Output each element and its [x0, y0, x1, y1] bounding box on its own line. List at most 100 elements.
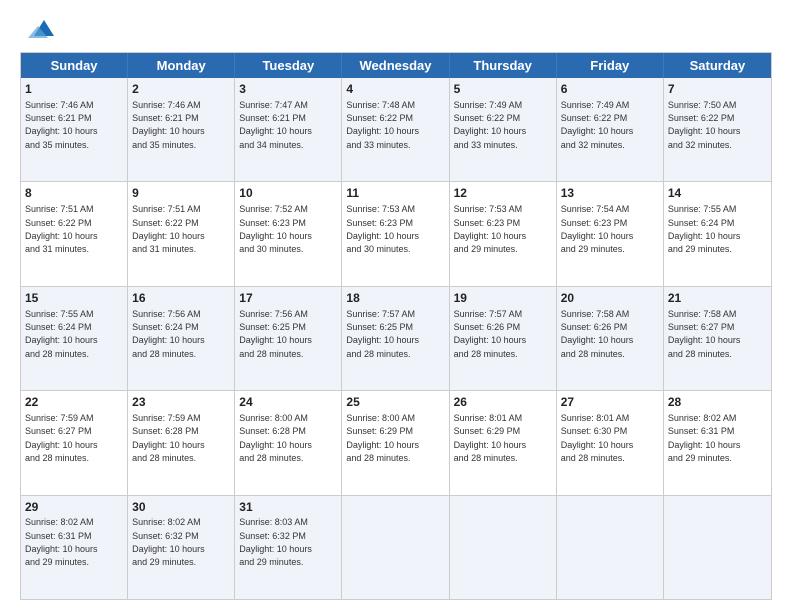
day-info: Sunrise: 7:59 AM Sunset: 6:28 PM Dayligh… — [132, 413, 205, 463]
day-info: Sunrise: 7:53 AM Sunset: 6:23 PM Dayligh… — [346, 204, 419, 254]
cal-cell-w4c3: 25 Sunrise: 8:00 AM Sunset: 6:29 PM Dayli… — [342, 391, 449, 494]
day-info: Sunrise: 8:00 AM Sunset: 6:29 PM Dayligh… — [346, 413, 419, 463]
cal-cell-w5c2: 31Sunrise: 8:03 AM Sunset: 6:32 PM Dayli… — [235, 496, 342, 599]
day-number: 29 — [25, 499, 123, 516]
cal-cell-w2c0: 8 Sunrise: 7:51 AM Sunset: 6:22 PM Daylig… — [21, 182, 128, 285]
day-number: 3 — [239, 81, 337, 98]
cal-cell-w2c2: 10Sunrise: 7:52 AM Sunset: 6:23 PM Dayli… — [235, 182, 342, 285]
day-number: 31 — [239, 499, 337, 516]
header-day-friday: Friday — [557, 53, 664, 78]
day-info: Sunrise: 7:56 AM Sunset: 6:25 PM Dayligh… — [239, 309, 312, 359]
cal-cell-w3c2: 17 Sunrise: 7:56 AM Sunset: 6:25 PM Dayli… — [235, 287, 342, 390]
day-info: Sunrise: 7:47 AM Sunset: 6:21 PM Dayligh… — [239, 100, 312, 150]
day-info: Sunrise: 8:02 AM Sunset: 6:31 PM Dayligh… — [668, 413, 741, 463]
header-day-thursday: Thursday — [450, 53, 557, 78]
day-number: 18 — [346, 290, 444, 307]
day-info: Sunrise: 7:46 AM Sunset: 6:21 PM Dayligh… — [132, 100, 205, 150]
day-number: 5 — [454, 81, 552, 98]
day-info: Sunrise: 8:02 AM Sunset: 6:32 PM Dayligh… — [132, 517, 205, 567]
logo — [20, 16, 56, 44]
day-number: 23 — [132, 394, 230, 411]
day-number: 12 — [454, 185, 552, 202]
day-number: 1 — [25, 81, 123, 98]
week-row-5: 29Sunrise: 8:02 AM Sunset: 6:31 PM Dayli… — [21, 496, 771, 599]
day-info: Sunrise: 7:51 AM Sunset: 6:22 PM Dayligh… — [132, 204, 205, 254]
cal-cell-w1c2: 3 Sunrise: 7:47 AM Sunset: 6:21 PM Daylig… — [235, 78, 342, 181]
week-row-1: 1 Sunrise: 7:46 AM Sunset: 6:21 PM Daylig… — [21, 78, 771, 182]
cal-cell-w2c3: 11 Sunrise: 7:53 AM Sunset: 6:23 PM Dayli… — [342, 182, 449, 285]
day-info: Sunrise: 7:58 AM Sunset: 6:27 PM Dayligh… — [668, 309, 741, 359]
cal-cell-w1c0: 1 Sunrise: 7:46 AM Sunset: 6:21 PM Daylig… — [21, 78, 128, 181]
day-info: Sunrise: 7:55 AM Sunset: 6:24 PM Dayligh… — [25, 309, 98, 359]
day-info: Sunrise: 7:46 AM Sunset: 6:21 PM Dayligh… — [25, 100, 98, 150]
day-info: Sunrise: 8:02 AM Sunset: 6:31 PM Dayligh… — [25, 517, 98, 567]
day-number: 10 — [239, 185, 337, 202]
header — [20, 16, 772, 44]
calendar: SundayMondayTuesdayWednesdayThursdayFrid… — [20, 52, 772, 600]
cal-cell-w1c3: 4 Sunrise: 7:48 AM Sunset: 6:22 PM Daylig… — [342, 78, 449, 181]
day-number: 21 — [668, 290, 767, 307]
cal-cell-w3c5: 20 Sunrise: 7:58 AM Sunset: 6:26 PM Dayli… — [557, 287, 664, 390]
day-info: Sunrise: 7:54 AM Sunset: 6:23 PM Dayligh… — [561, 204, 634, 254]
day-number: 8 — [25, 185, 123, 202]
day-info: Sunrise: 8:03 AM Sunset: 6:32 PM Dayligh… — [239, 517, 312, 567]
day-info: Sunrise: 8:00 AM Sunset: 6:28 PM Dayligh… — [239, 413, 312, 463]
day-number: 9 — [132, 185, 230, 202]
day-info: Sunrise: 7:59 AM Sunset: 6:27 PM Dayligh… — [25, 413, 98, 463]
day-number: 6 — [561, 81, 659, 98]
day-info: Sunrise: 7:56 AM Sunset: 6:24 PM Dayligh… — [132, 309, 205, 359]
cal-cell-w3c3: 18 Sunrise: 7:57 AM Sunset: 6:25 PM Dayli… — [342, 287, 449, 390]
header-day-tuesday: Tuesday — [235, 53, 342, 78]
cal-cell-w1c4: 5Sunrise: 7:49 AM Sunset: 6:22 PM Daylig… — [450, 78, 557, 181]
cal-cell-w5c0: 29Sunrise: 8:02 AM Sunset: 6:31 PM Dayli… — [21, 496, 128, 599]
day-info: Sunrise: 8:01 AM Sunset: 6:30 PM Dayligh… — [561, 413, 634, 463]
day-number: 19 — [454, 290, 552, 307]
logo-icon — [24, 16, 56, 44]
cal-cell-w5c1: 30Sunrise: 8:02 AM Sunset: 6:32 PM Dayli… — [128, 496, 235, 599]
cal-cell-w2c5: 13 Sunrise: 7:54 AM Sunset: 6:23 PM Dayli… — [557, 182, 664, 285]
day-info: Sunrise: 7:55 AM Sunset: 6:24 PM Dayligh… — [668, 204, 741, 254]
page: SundayMondayTuesdayWednesdayThursdayFrid… — [0, 0, 792, 612]
day-number: 15 — [25, 290, 123, 307]
cal-cell-w1c1: 2Sunrise: 7:46 AM Sunset: 6:21 PM Daylig… — [128, 78, 235, 181]
day-info: Sunrise: 7:58 AM Sunset: 6:26 PM Dayligh… — [561, 309, 634, 359]
cal-cell-w4c0: 22 Sunrise: 7:59 AM Sunset: 6:27 PM Dayli… — [21, 391, 128, 494]
cal-cell-w5c6 — [664, 496, 771, 599]
cal-cell-w3c4: 19 Sunrise: 7:57 AM Sunset: 6:26 PM Dayli… — [450, 287, 557, 390]
day-info: Sunrise: 7:57 AM Sunset: 6:26 PM Dayligh… — [454, 309, 527, 359]
cal-cell-w2c1: 9 Sunrise: 7:51 AM Sunset: 6:22 PM Daylig… — [128, 182, 235, 285]
day-info: Sunrise: 7:49 AM Sunset: 6:22 PM Dayligh… — [561, 100, 634, 150]
cal-cell-w5c5 — [557, 496, 664, 599]
cal-cell-w2c6: 14Sunrise: 7:55 AM Sunset: 6:24 PM Dayli… — [664, 182, 771, 285]
cal-cell-w4c1: 23 Sunrise: 7:59 AM Sunset: 6:28 PM Dayli… — [128, 391, 235, 494]
day-number: 16 — [132, 290, 230, 307]
day-number: 27 — [561, 394, 659, 411]
day-number: 25 — [346, 394, 444, 411]
day-number: 26 — [454, 394, 552, 411]
cal-cell-w4c4: 26 Sunrise: 8:01 AM Sunset: 6:29 PM Dayli… — [450, 391, 557, 494]
cal-cell-w5c3 — [342, 496, 449, 599]
day-number: 30 — [132, 499, 230, 516]
day-number: 20 — [561, 290, 659, 307]
day-number: 28 — [668, 394, 767, 411]
cal-cell-w5c4 — [450, 496, 557, 599]
header-day-sunday: Sunday — [21, 53, 128, 78]
day-info: Sunrise: 8:01 AM Sunset: 6:29 PM Dayligh… — [454, 413, 527, 463]
day-info: Sunrise: 7:48 AM Sunset: 6:22 PM Dayligh… — [346, 100, 419, 150]
header-day-wednesday: Wednesday — [342, 53, 449, 78]
day-number: 22 — [25, 394, 123, 411]
cal-cell-w1c6: 7Sunrise: 7:50 AM Sunset: 6:22 PM Daylig… — [664, 78, 771, 181]
week-row-3: 15 Sunrise: 7:55 AM Sunset: 6:24 PM Dayli… — [21, 287, 771, 391]
cal-cell-w2c4: 12Sunrise: 7:53 AM Sunset: 6:23 PM Dayli… — [450, 182, 557, 285]
day-number: 4 — [346, 81, 444, 98]
day-number: 13 — [561, 185, 659, 202]
day-number: 11 — [346, 185, 444, 202]
cal-cell-w3c0: 15 Sunrise: 7:55 AM Sunset: 6:24 PM Dayli… — [21, 287, 128, 390]
day-number: 17 — [239, 290, 337, 307]
day-info: Sunrise: 7:51 AM Sunset: 6:22 PM Dayligh… — [25, 204, 98, 254]
header-day-saturday: Saturday — [664, 53, 771, 78]
cal-cell-w4c6: 28 Sunrise: 8:02 AM Sunset: 6:31 PM Dayli… — [664, 391, 771, 494]
calendar-header: SundayMondayTuesdayWednesdayThursdayFrid… — [21, 53, 771, 78]
day-info: Sunrise: 7:57 AM Sunset: 6:25 PM Dayligh… — [346, 309, 419, 359]
week-row-4: 22 Sunrise: 7:59 AM Sunset: 6:27 PM Dayli… — [21, 391, 771, 495]
